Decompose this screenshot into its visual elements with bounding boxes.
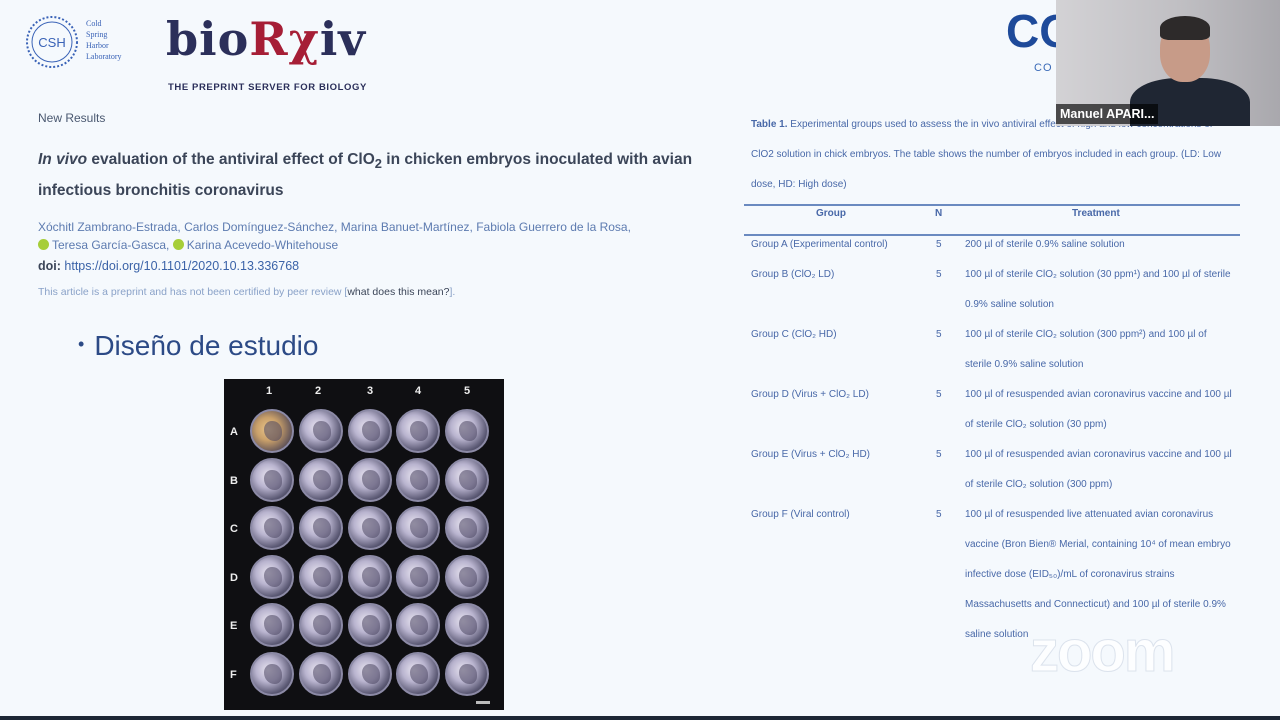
csh-logo-icon: CSH [26,16,78,68]
embryo-well [299,652,343,696]
paper-title: In vivo evaluation of the antiviral effe… [38,151,693,200]
plate-row-label: C [230,523,238,535]
scale-bar [476,701,490,704]
plate-row-label: E [230,620,238,632]
biorxiv-logo[interactable]: bioRχiv [166,12,366,66]
embryo-well [396,603,440,647]
embryo-well [348,458,392,502]
embryo-well [250,603,294,647]
embryo-well [250,555,294,599]
embryo-well [396,555,440,599]
embryo-well [396,458,440,502]
doi-line: doi: https://doi.org/10.1101/2020.10.13.… [38,259,300,273]
plate-row-label: B [230,475,238,487]
zoom-watermark: zoom [1029,619,1175,685]
embryo-well [348,555,392,599]
what-does-this-mean-link[interactable]: what does this mean? [347,286,449,298]
embryo-well [445,652,489,696]
plate-row-label: F [230,669,237,681]
embryo-well [396,409,440,453]
embryo-well [250,506,294,550]
bullet-icon: • [78,334,85,354]
embryo-well [396,506,440,550]
embryo-well [348,603,392,647]
embryo-well [348,506,392,550]
embryo-well [299,555,343,599]
plate-row-label: A [230,426,238,438]
embryo-well [250,652,294,696]
embryo-well [445,506,489,550]
csh-badge: CSH [38,35,65,50]
preprint-disclaimer: This article is a preprint and has not b… [38,286,456,298]
participant-name-label: Manuel APARI... [1056,104,1159,124]
embryo-well [445,458,489,502]
plate-column-label: 1 [266,385,273,397]
event-logo-subtitle: CO [1034,62,1053,74]
plate-column-label: 5 [464,385,471,397]
slide-bullet: • Diseño de estudio [78,330,319,361]
embryo-well [299,458,343,502]
embryo-well [348,652,392,696]
author-list: Xóchitl Zambrano-Estrada, Carlos Domíngu… [38,220,631,252]
embryo-well [299,603,343,647]
plate-column-label: 4 [415,385,422,397]
orcid-icon[interactable] [172,239,184,250]
plate-row-label: D [230,572,238,584]
embryo-well [445,409,489,453]
embryo-plate-photo: 1 2 3 4 5 A B C D E F [224,379,504,710]
embryo-well [445,555,489,599]
table-header-treatment: Treatment [1072,208,1120,219]
plate-column-label: 2 [315,385,322,397]
participant-video-tile[interactable]: Manuel APARI... [1056,0,1280,126]
csh-name: Cold Spring Harbor Laboratory [86,19,122,61]
doi-link[interactable]: https://doi.org/10.1101/2020.10.13.33676… [64,259,299,273]
embryo-well [250,458,294,502]
section-label: New Results [38,111,106,125]
embryo-well [250,409,294,453]
table-rule [744,204,1240,206]
plate-column-label: 3 [367,385,374,397]
embryo-well [299,506,343,550]
table-header-n: N [935,208,943,219]
embryo-well [299,409,343,453]
orcid-icon[interactable] [38,239,49,250]
embryo-well [445,603,489,647]
embryo-well [348,409,392,453]
window-bottom-edge [0,716,1280,720]
biorxiv-tagline: THE PREPRINT SERVER FOR BIOLOGY [168,82,367,93]
table-header-group: Group [816,208,846,219]
embryo-well [396,652,440,696]
